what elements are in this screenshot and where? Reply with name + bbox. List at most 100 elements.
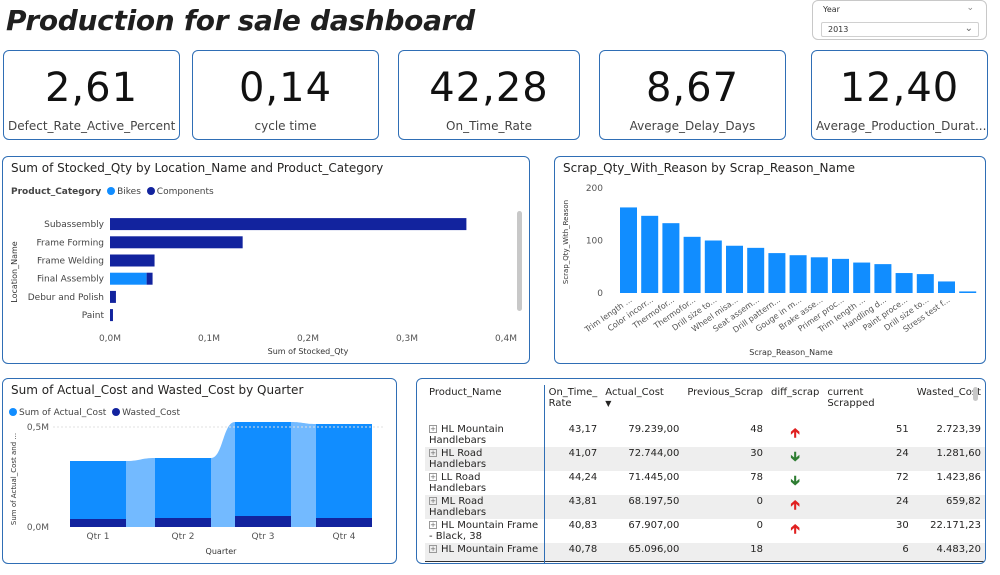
product-name-cell[interactable]: + ML Road Handlebars — [425, 495, 545, 519]
bar — [110, 309, 113, 322]
bar — [704, 240, 722, 293]
column-header[interactable]: diff_scrap — [767, 385, 823, 423]
category-label: Debur and Polish — [28, 293, 104, 303]
table-row[interactable]: + HL Mountain Frame - Black, 38 40,83 67.90… — [425, 519, 985, 543]
actual-cost-column — [235, 422, 291, 516]
table-row[interactable]: + HL Mountain Frame 40,78 65.096,00 18 6 4.483… — [425, 543, 985, 561]
kpi-card-average-delay-days[interactable]: 8,67 Average_Delay_Days — [599, 50, 786, 140]
on-time-cell: 40,78 — [543, 543, 602, 561]
product-name: ML Road Handlebars — [429, 496, 487, 518]
product-name-cell[interactable]: + HL Mountain Frame — [425, 543, 545, 561]
scrap-qty-plot: 0100200Trim length ...Color incorr...The… — [562, 184, 977, 357]
area-ribbon — [126, 458, 155, 527]
expand-icon[interactable]: + — [429, 497, 437, 505]
product-name-cell[interactable]: + LL Road Handlebars — [425, 471, 544, 495]
expand-icon[interactable]: + — [429, 473, 437, 481]
y-tick-label: 200 — [586, 184, 603, 194]
bar — [110, 236, 243, 249]
diff-scrap-cell: 🡳 — [767, 447, 824, 471]
bar — [662, 223, 680, 293]
diff-scrap-cell: 🡱 — [767, 519, 823, 543]
kpi-card-average-production-duration[interactable]: 12,40 Average_Production_Durat... — [811, 50, 988, 140]
wasted-cost-cell: 1.423,86 — [936, 472, 981, 483]
column-header[interactable]: On_Time_ Rate — [543, 385, 602, 423]
cost-by-quarter-chart[interactable]: Sum of Actual_Cost and Wasted_Cost by Qu… — [2, 378, 397, 564]
product-name-cell[interactable]: + HL Road Handlebars — [425, 447, 545, 471]
on-time-cell: 44,24 — [543, 471, 602, 495]
y-axis-title: Scrap_Qty_With_Reason — [562, 200, 570, 284]
bar — [620, 207, 637, 293]
y-tick-label: 0 — [597, 289, 603, 299]
kpi-label: Average_Production_Durat... — [816, 119, 987, 133]
column-header[interactable]: Product_Name — [425, 385, 544, 423]
x-axis-title: Scrap_Reason_Name — [749, 348, 833, 357]
expand-icon[interactable]: + — [429, 521, 437, 529]
actual-cost-cell: 68.197,50 — [601, 495, 684, 519]
scrap-qty-chart[interactable]: Scrap_Qty_With_Reason by Scrap_Reason_Na… — [554, 156, 986, 364]
chevron-down-icon[interactable]: ⌄ — [965, 23, 973, 34]
diff-scrap-cell: 🡱 — [767, 495, 824, 519]
dashboard-page: Production for sale dashboard Year ⌄ 201… — [0, 0, 1000, 575]
bar — [810, 257, 828, 293]
scrollbar[interactable] — [517, 211, 522, 311]
arrow-up-icon: 🡱 — [790, 426, 800, 441]
diff-scrap-cell: 🡳 — [767, 471, 823, 495]
year-slicer-label: Year — [823, 5, 840, 14]
chevron-down-icon[interactable]: ⌄ — [966, 3, 974, 13]
product-name-cell[interactable]: + HL Mountain Handlebars — [425, 423, 544, 447]
column-header[interactable]: Previous_Scrap — [683, 385, 767, 423]
product-name: LL Road Handlebars — [429, 472, 487, 494]
product-table[interactable]: Product_Name On_Time_ Rate Actual_Cost ▼ … — [416, 378, 986, 564]
x-tick-label: 0,2M — [297, 334, 319, 344]
bar — [110, 290, 116, 303]
scrollbar[interactable] — [973, 387, 978, 401]
product-name-cell[interactable]: + HL Mountain Frame - Black, 38 — [425, 519, 544, 543]
year-dropdown[interactable]: 2013 ⌄ — [821, 22, 979, 37]
column-header-sorted[interactable]: Actual_Cost ▼ — [601, 385, 683, 423]
y-axis-title: Sum of Actual_Cost and ... — [10, 433, 18, 525]
column-header[interactable]: current Scrapped — [823, 385, 912, 423]
actual-cost-cell: 65.096,00 — [601, 543, 684, 561]
x-tick-label: 0,3M — [396, 334, 418, 344]
product-name: HL Road Handlebars — [429, 448, 487, 470]
wasted-cost-cell: 659,82 — [912, 495, 985, 519]
x-tick-label: 0,0M — [99, 334, 121, 344]
kpi-card-defect-rate[interactable]: 2,61 Defect_Rate_Active_Percent — [3, 50, 180, 140]
kpi-value: 12,40 — [839, 65, 960, 111]
actual-cost-column — [316, 424, 372, 518]
x-tick-label: 0,4M — [495, 334, 517, 344]
sort-desc-icon[interactable]: ▼ — [605, 399, 611, 408]
table-row[interactable]: + HL Mountain Handlebars 43,17 79.239,00 48 🡱… — [425, 423, 985, 447]
previous-scrap-cell: 78 — [750, 472, 764, 483]
stocked-qty-chart[interactable]: Sum of Stocked_Qty by Location_Name and … — [2, 156, 530, 364]
kpi-card-on-time-rate[interactable]: 42,28 On_Time_Rate — [398, 50, 580, 140]
wasted-cost-column — [155, 518, 211, 527]
expand-icon[interactable]: + — [429, 545, 437, 553]
actual-cost-cell: 79.239,00 — [628, 424, 680, 435]
table-row[interactable]: + ML Road Handlebars 43,81 68.197,50 0 🡱 24 659… — [425, 495, 985, 519]
year-dropdown-value: 2013 — [828, 25, 849, 34]
kpi-card-cycle-time[interactable]: 0,14 cycle time — [192, 50, 379, 140]
total-current-scrapped: 1205 — [823, 560, 913, 563]
x-tick-label: Qtr 2 — [172, 532, 195, 542]
bar — [959, 291, 977, 293]
wasted-cost-cell: 4.483,20 — [912, 543, 985, 561]
total-row: Total42,281.467.781,758203851205169.082,… — [425, 560, 985, 563]
y-tick-label: 0,0M — [27, 523, 49, 533]
year-slicer[interactable]: Year ⌄ 2013 ⌄ — [812, 0, 987, 40]
category-label: Frame Welding — [37, 257, 104, 267]
product-name: HL Mountain Frame — [441, 544, 539, 555]
table-row[interactable]: + HL Road Handlebars 41,07 72.744,00 30 🡳 24 1.… — [425, 447, 985, 471]
expand-icon[interactable]: + — [429, 425, 437, 433]
total-label: Total — [425, 560, 545, 563]
total-wasted-cost: 169.082,75 — [912, 560, 985, 563]
on-time-cell: 43,81 — [543, 495, 602, 519]
expand-icon[interactable]: + — [429, 449, 437, 457]
wasted-cost-column — [70, 519, 126, 527]
diff-scrap-cell — [767, 543, 824, 561]
bar — [110, 272, 147, 285]
previous-scrap-cell: 0 — [683, 495, 768, 519]
wasted-cost-cell: 2.723,39 — [936, 424, 981, 435]
total-on-time: 42,28 — [543, 560, 602, 563]
table-row[interactable]: + LL Road Handlebars 44,24 71.445,00 78 🡳 72 1.… — [425, 471, 985, 495]
